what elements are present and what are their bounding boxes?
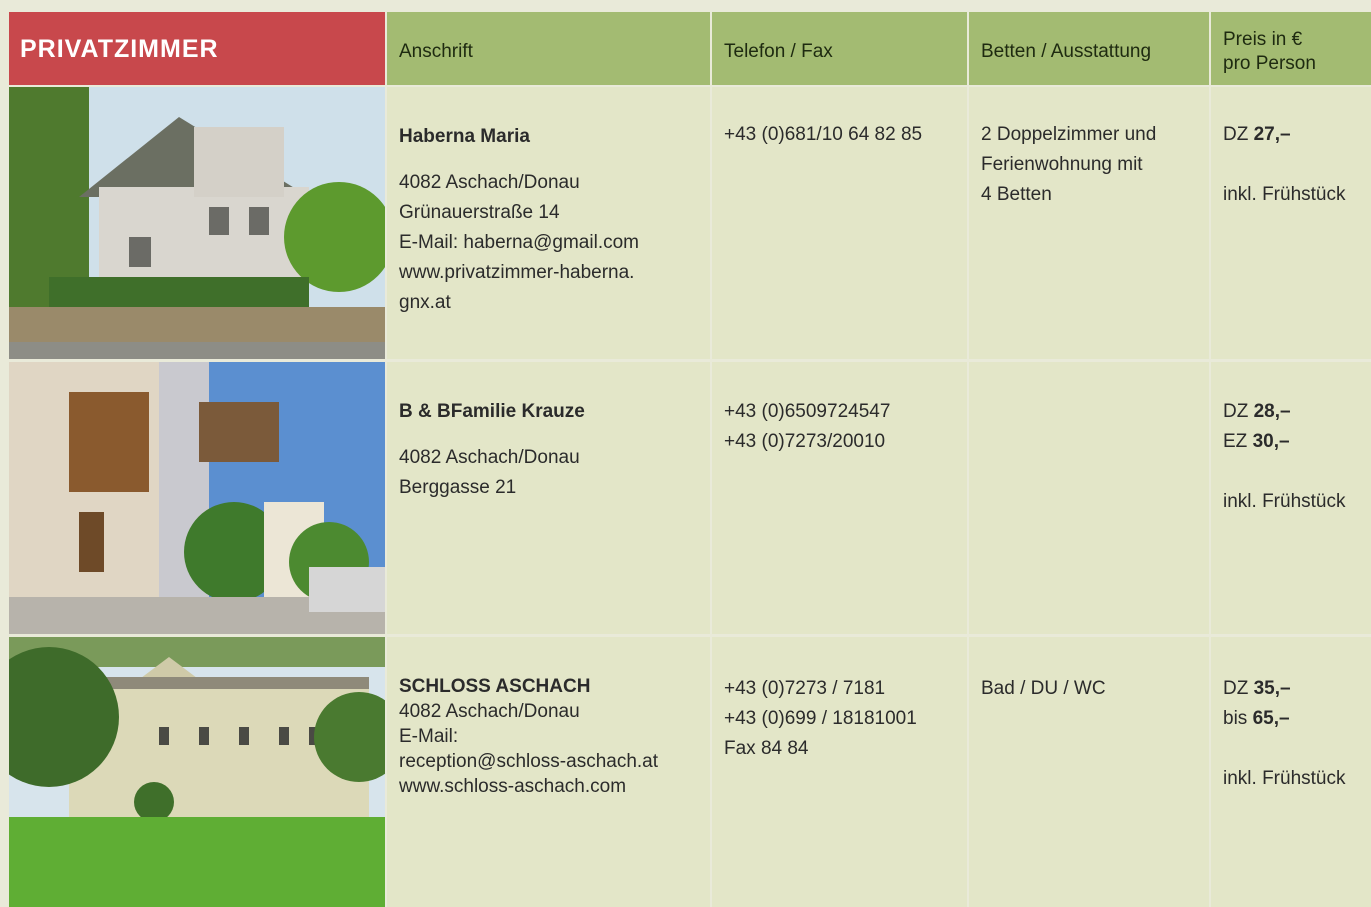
price-value: 28,– <box>1253 401 1291 422</box>
table-title: PRIVATZIMMER <box>20 35 219 63</box>
row2-anschrift: B & BFamilie Krauze 4082 Aschach/Donau B… <box>387 362 710 634</box>
price-label: DZ <box>1223 124 1249 145</box>
price-label: EZ <box>1223 431 1248 452</box>
row3-email-label: E-Mail: <box>399 726 459 747</box>
price-value: 35,– <box>1253 678 1291 699</box>
row2-preis: DZ 28,– EZ 30,– inkl. Frühstück <box>1211 362 1371 634</box>
row1-betten: 2 Doppelzimmer und Ferienwohnung mit 4 B… <box>969 87 1209 359</box>
header-telefon: Telefon / Fax <box>712 12 967 85</box>
header-preis-line2: pro Person <box>1223 53 1316 74</box>
row1-phone: +43 (0)681/10 64 82 85 <box>724 124 923 145</box>
row1-website-cont: gnx.at <box>399 292 451 313</box>
row2-price-ez: EZ 30,– <box>1223 427 1365 457</box>
header-anschrift: Anschrift <box>387 12 710 85</box>
row3-fax: Fax 84 84 <box>724 738 809 759</box>
header-telefon-label: Telefon / Fax <box>724 41 833 62</box>
table-title-cell: PRIVATZIMMER <box>9 12 385 85</box>
row3-preis: DZ 35,– bis 65,– inkl. Frühstück <box>1211 637 1371 907</box>
header-betten: Betten / Ausstattung <box>969 12 1209 85</box>
row1-name: Haberna Maria <box>399 126 530 147</box>
row2-phone: +43 (0)7273/20010 <box>724 431 886 452</box>
castle-photo <box>9 637 385 907</box>
row3-price-dz: DZ 35,– <box>1223 674 1365 704</box>
row1-betten-line: Ferienwohnung mit <box>981 154 1143 175</box>
row2-betten <box>969 362 1209 634</box>
price-value: 27,– <box>1253 124 1291 145</box>
row3-anschrift: SCHLOSS ASCHACH 4082 Aschach/Donau E-Mai… <box>387 637 710 907</box>
row1-betten-line: 4 Betten <box>981 184 1052 205</box>
row1-price-dz: DZ 27,– <box>1223 120 1365 150</box>
price-label: DZ <box>1223 401 1249 422</box>
price-label: bis <box>1223 708 1248 729</box>
row1-website: www.privatzimmer-haberna. <box>399 262 635 283</box>
row1-email: E-Mail: haberna@gmail.com <box>399 232 639 253</box>
row3-phone: +43 (0)7273 / 7181 <box>724 678 886 699</box>
row3-telefon: +43 (0)7273 / 7181 +43 (0)699 / 18181001… <box>712 637 967 907</box>
row3-phone: +43 (0)699 / 18181001 <box>724 708 917 729</box>
row2-address-line: Berggasse 21 <box>399 477 517 498</box>
header-anschrift-label: Anschrift <box>399 41 473 62</box>
row3-price-bis: bis 65,– <box>1223 704 1365 734</box>
header-preis-line1: Preis in € <box>1223 29 1303 50</box>
row3-address-line: 4082 Aschach/Donau <box>399 701 580 722</box>
row1-address-line: Grünauerstraße 14 <box>399 202 560 223</box>
house-photo <box>9 87 385 359</box>
row3-name: SCHLOSS ASCHACH <box>399 676 591 697</box>
row1-telefon: +43 (0)681/10 64 82 85 <box>712 87 967 359</box>
row1-anschrift: Haberna Maria 4082 Aschach/Donau Grünaue… <box>387 87 710 359</box>
row2-phone: +43 (0)6509724547 <box>724 401 891 422</box>
price-label: DZ <box>1223 678 1249 699</box>
header-preis-label: Preis in € pro Person <box>1223 28 1316 76</box>
row2-price-note: inkl. Frühstück <box>1223 491 1346 512</box>
row2-address-line: 4082 Aschach/Donau <box>399 447 580 468</box>
row3-price-note: inkl. Frühstück <box>1223 768 1346 789</box>
row1-preis: DZ 27,– inkl. Frühstück <box>1211 87 1371 359</box>
row1-betten-line: 2 Doppelzimmer und <box>981 124 1157 145</box>
row1-address-line: 4082 Aschach/Donau <box>399 172 580 193</box>
accommodation-table: PRIVATZIMMER Anschrift Telefon / Fax Bet… <box>0 0 1371 907</box>
row2-name: B & BFamilie Krauze <box>399 401 585 422</box>
price-value: 65,– <box>1252 708 1290 729</box>
header-preis: Preis in € pro Person <box>1211 12 1371 85</box>
row2-telefon: +43 (0)6509724547 +43 (0)7273/20010 <box>712 362 967 634</box>
row3-website: www.schloss-aschach.com <box>399 776 627 797</box>
row2-price-dz: DZ 28,– <box>1223 397 1365 427</box>
header-betten-label: Betten / Ausstattung <box>981 41 1152 62</box>
street-photo <box>9 362 385 634</box>
row3-betten: Bad / DU / WC <box>969 637 1209 907</box>
row3-betten-line: Bad / DU / WC <box>981 678 1106 699</box>
row1-price-note: inkl. Frühstück <box>1223 184 1346 205</box>
price-value: 30,– <box>1252 431 1290 452</box>
row3-email: reception@schloss-aschach.at <box>399 751 659 772</box>
